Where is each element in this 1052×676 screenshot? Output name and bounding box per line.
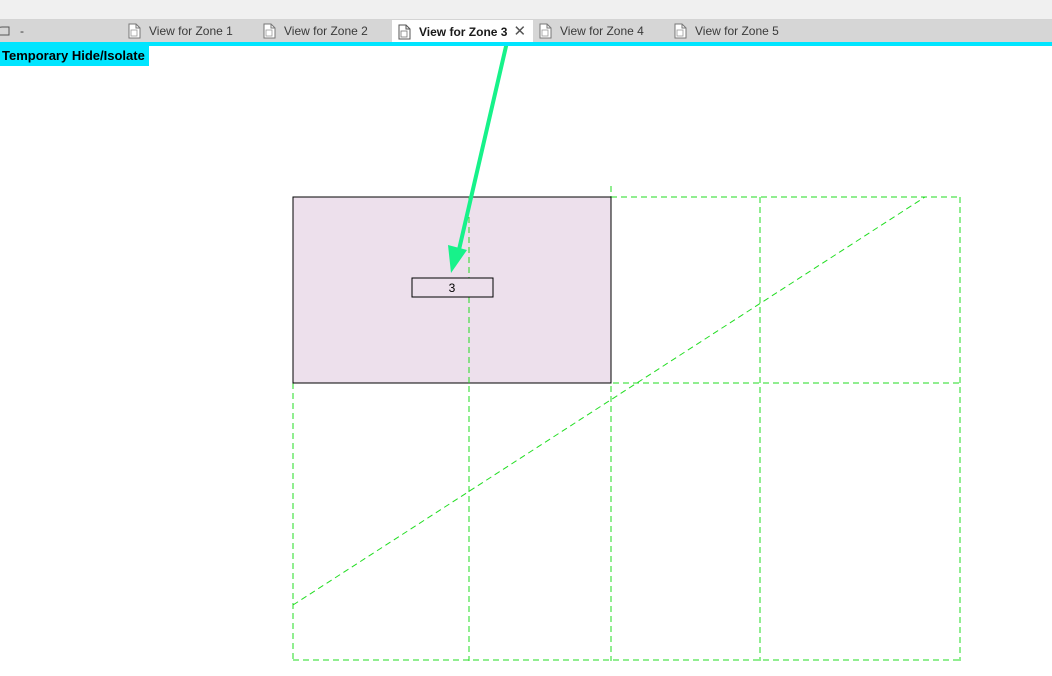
tab-view-for-zone-2[interactable]: View for Zone 2 (262, 20, 368, 42)
tab-view-for-zone-3[interactable]: View for Zone 3 ✕ (392, 20, 533, 43)
document-icon (674, 23, 687, 39)
tab-label: View for Zone 4 (560, 24, 644, 38)
document-icon (263, 23, 276, 39)
document-icon (128, 23, 141, 39)
temporary-hide-isolate-banner: Temporary Hide/Isolate (0, 46, 149, 66)
title-strip (0, 0, 1052, 20)
close-icon[interactable]: ✕ (513, 21, 526, 43)
tab-label: View for Zone 5 (695, 24, 779, 38)
zone-tag-label: 3 (449, 281, 456, 295)
tab-label: View for Zone 3 (419, 24, 508, 39)
tab-label: - (20, 24, 24, 38)
document-icon (398, 24, 411, 39)
cloud-icon (0, 26, 10, 36)
tab-label: View for Zone 2 (284, 24, 368, 38)
view-drawing: 3 (292, 40, 961, 661)
tab-partial[interactable]: - (0, 20, 60, 42)
document-icon (539, 23, 552, 39)
tab-view-for-zone-1[interactable]: View for Zone 1 (127, 20, 233, 42)
tab-label: View for Zone 1 (149, 24, 233, 38)
tab-view-for-zone-5[interactable]: View for Zone 5 (673, 20, 779, 42)
drawing-canvas[interactable]: 3 (0, 40, 1052, 671)
view-tab-bar: - View for Zone 1 View for Zone 2 View f… (0, 20, 1052, 43)
tab-view-for-zone-4[interactable]: View for Zone 4 (538, 20, 644, 42)
